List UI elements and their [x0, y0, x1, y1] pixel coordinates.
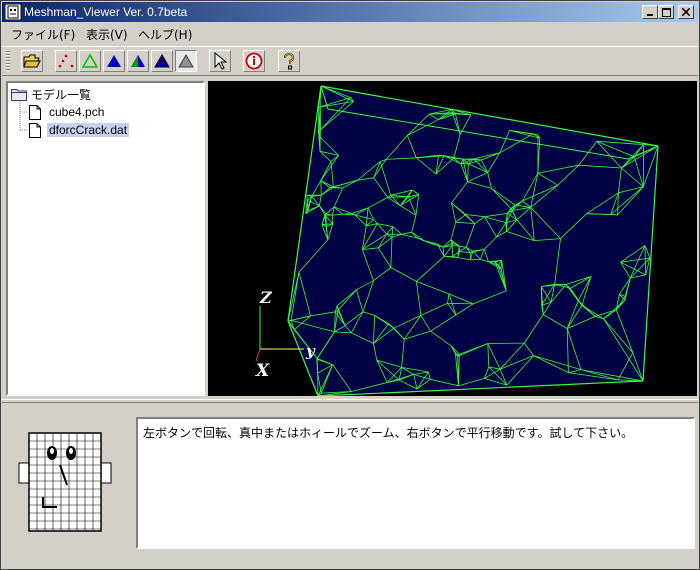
minimize-icon: [647, 14, 653, 16]
wireframe-icon: [81, 53, 99, 68]
minimize-button[interactable]: [642, 5, 658, 19]
axis-y-label: y: [305, 342, 316, 360]
mesh-viewport[interactable]: Z y X: [208, 81, 697, 396]
help-button[interactable]: [278, 50, 300, 72]
tree-item-dforccrack[interactable]: dforcCrack.dat: [29, 121, 130, 139]
axis-x-label: X: [255, 361, 270, 381]
folder-icon: [11, 89, 27, 101]
solid-blue-button[interactable]: [103, 50, 125, 72]
solid-shaded-icon: [131, 55, 145, 67]
pointer-button[interactable]: [209, 50, 231, 72]
axis-z-label: Z: [259, 288, 273, 307]
file-icon: [29, 104, 41, 120]
solid-gray-icon: [178, 54, 194, 68]
open-button[interactable]: [21, 50, 43, 72]
menu-file[interactable]: ファイル(F): [11, 26, 75, 43]
wireframe-button[interactable]: [79, 50, 101, 72]
show-nodes-button[interactable]: [55, 50, 77, 72]
pointer-icon: [214, 52, 228, 70]
title-bar[interactable]: Meshman_Viewer Ver. 0.7beta: [2, 2, 698, 22]
model-tree[interactable]: モデル一覧 cube4.pch dforcCrack.dat: [6, 81, 205, 396]
open-folder-icon: [23, 54, 41, 68]
solid-gray-button[interactable]: [175, 50, 197, 72]
close-icon: [682, 8, 690, 16]
app-window: Meshman_Viewer Ver. 0.7beta ファイル(F) 表示(V…: [0, 0, 700, 570]
mascot-image: [18, 432, 112, 532]
solid-blue-mesh-icon: [154, 54, 170, 68]
window-title: Meshman_Viewer Ver. 0.7beta: [24, 5, 188, 19]
menu-bar: ファイル(F) 表示(V) ヘルプ(H): [2, 23, 698, 44]
close-button[interactable]: [678, 5, 694, 19]
file-icon: [29, 122, 41, 138]
tree-item-label: cube4.pch: [49, 105, 105, 119]
menu-view[interactable]: 表示(V): [86, 26, 128, 43]
tree-root-label: モデル一覧: [31, 87, 92, 102]
menu-help[interactable]: ヘルプ(H): [138, 26, 192, 43]
info-button[interactable]: [243, 50, 265, 72]
toolbar-grip-icon[interactable]: [6, 51, 10, 72]
toolbar: [2, 46, 698, 76]
mesh-canvas[interactable]: Z y X: [208, 81, 697, 396]
maximize-button[interactable]: [658, 5, 674, 19]
maximize-icon: [661, 7, 671, 17]
message-area[interactable]: 左ボタンで回転、真中またはホィールでズーム、右ボタンで平行移動です。試して下さい…: [136, 417, 695, 549]
splitter[interactable]: [2, 399, 698, 403]
help-icon: [284, 52, 295, 70]
info-icon: [245, 52, 263, 70]
show-nodes-icon: [58, 54, 74, 68]
app-icon: [5, 4, 21, 20]
tree-root[interactable]: モデル一覧: [11, 85, 91, 103]
solid-mesh-button[interactable]: [151, 50, 173, 72]
solid-shaded-button[interactable]: [127, 50, 149, 72]
solid-blue-icon: [107, 55, 121, 67]
tree-item-cube4[interactable]: cube4.pch: [29, 103, 106, 121]
tree-item-label-selected: dforcCrack.dat: [47, 123, 130, 137]
